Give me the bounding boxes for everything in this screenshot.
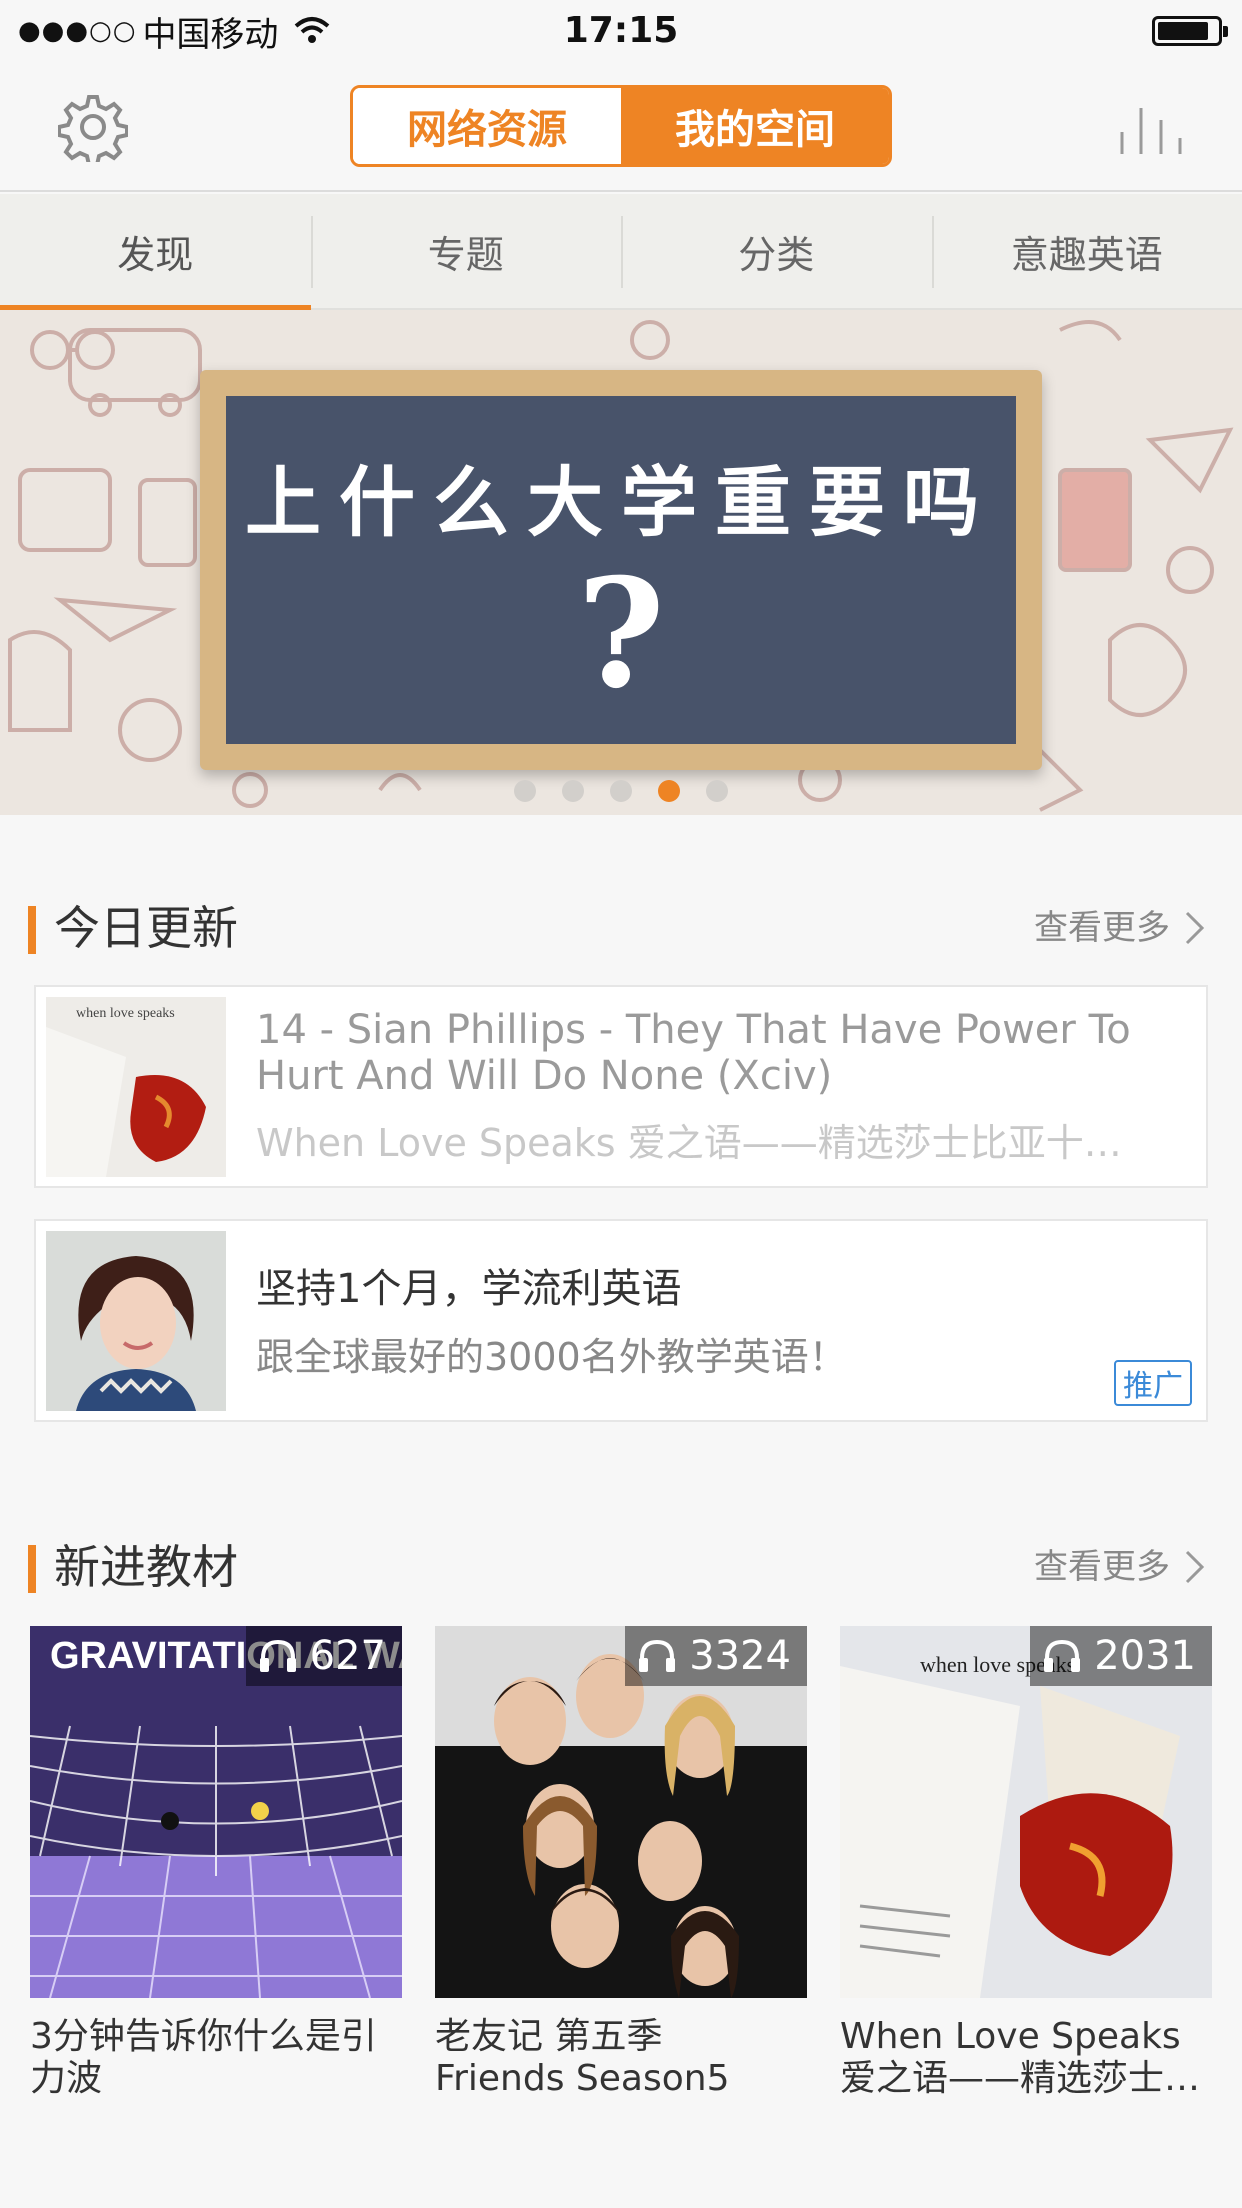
clock: 17:15 — [563, 10, 679, 51]
material-cover: 3324 — [435, 1626, 807, 1998]
material-name: When Love Speaks 爱之语——精选莎士… — [840, 2016, 1201, 2099]
view-more-link[interactable]: 查看更多 — [1034, 1537, 1206, 1597]
tab-topics[interactable]: 专题 — [310, 194, 622, 308]
today-updates-header: 今日更新 查看更多 — [0, 898, 1242, 958]
section-title: 今日更新 — [54, 901, 238, 955]
promo-banner[interactable]: 上什么大学重要吗 ? — [0, 310, 1242, 815]
ad-title: 坚持1个月，学流利英语 — [256, 1266, 682, 1312]
section-accent-bar — [28, 906, 36, 954]
material-card[interactable]: when love speaks 2031 When Love Speaks 爱… — [840, 1626, 1212, 2106]
section-accent-bar — [28, 1545, 36, 1593]
page-dot[interactable] — [514, 780, 536, 802]
tab-discover[interactable]: 发现 — [0, 194, 311, 310]
chevron-right-icon — [1185, 911, 1205, 945]
update-list-item[interactable]: when love speaks 14 - Sian Phillips - Th… — [34, 985, 1208, 1188]
tutor-avatar-image — [46, 1231, 226, 1411]
headphones-icon — [259, 1639, 296, 1672]
episode-title: 14 - Sian Phillips - They That Have Powe… — [256, 1007, 1131, 1099]
page-dot[interactable] — [562, 780, 584, 802]
material-card[interactable]: GRAVITATIONAL WAVES 627 3分钟告诉你什么是引力波 — [30, 1626, 402, 2106]
play-count: 3324 — [625, 1626, 807, 1686]
tab-fun-english[interactable]: 意趣英语 — [931, 194, 1242, 308]
torn-paper-rose-image: when love speaks — [46, 997, 226, 1177]
material-name: 3分钟告诉你什么是引力波 — [30, 2016, 377, 2099]
segment-my-space[interactable]: 我的空间 — [621, 88, 889, 164]
play-count-value: 2031 — [1094, 1633, 1196, 1679]
ad-subtitle: 跟全球最好的3000名外教学英语！ — [256, 1335, 847, 1379]
material-name: 老友记 第五季 Friends Season5 — [435, 2016, 730, 2099]
equalizer-icon[interactable] — [1118, 102, 1184, 154]
headphones-icon — [1044, 1639, 1081, 1672]
settings-gear-icon[interactable] — [58, 92, 128, 162]
banner-headline: 上什么大学重要吗 — [245, 458, 997, 547]
battery-icon — [1152, 16, 1228, 46]
material-card[interactable]: 3324 老友记 第五季 Friends Season5 — [435, 1626, 807, 2106]
play-count-value: 627 — [309, 1633, 386, 1679]
status-bar: ●●●○○ 中国移动 17:15 — [0, 0, 1242, 62]
source-segmented-control: 网络资源 我的空间 — [350, 85, 892, 167]
section-title: 新进教材 — [54, 1540, 238, 1594]
album-cover-thumbnail: when love speaks — [46, 997, 226, 1177]
ad-badge: 推广 — [1114, 1360, 1192, 1406]
play-count-value: 3324 — [689, 1633, 791, 1679]
chalkboard-image: 上什么大学重要吗 ? — [200, 370, 1042, 770]
view-more-label: 查看更多 — [1034, 1547, 1170, 1587]
thumb-caption: when love speaks — [76, 1006, 175, 1021]
album-name: When Love Speaks 爱之语——精选莎士比亚十… — [256, 1121, 1122, 1165]
material-cover: when love speaks 2031 — [840, 1626, 1212, 1998]
page-dot[interactable] — [610, 780, 632, 802]
banner-page-indicator — [0, 780, 1242, 802]
view-more-link[interactable]: 查看更多 — [1034, 898, 1206, 958]
page-dot-active[interactable] — [658, 780, 680, 802]
new-materials-header: 新进教材 查看更多 — [0, 1537, 1242, 1597]
ad-list-item[interactable]: 坚持1个月，学流利英语 跟全球最好的3000名外教学英语！ 推广 — [34, 1219, 1208, 1422]
top-header: 网络资源 我的空间 — [0, 62, 1242, 192]
segment-online-resources[interactable]: 网络资源 — [353, 88, 621, 164]
headphones-icon — [639, 1639, 676, 1672]
view-more-label: 查看更多 — [1034, 908, 1170, 948]
material-cover: GRAVITATIONAL WAVES 627 — [30, 1626, 402, 1998]
main-tabs: 发现 专题 分类 意趣英语 — [0, 194, 1242, 310]
play-count: 2031 — [1030, 1626, 1212, 1686]
play-count: 627 — [245, 1626, 402, 1686]
tab-categories[interactable]: 分类 — [621, 194, 932, 308]
banner-question-mark: ? — [577, 546, 665, 722]
chevron-right-icon — [1185, 1550, 1205, 1584]
materials-grid: GRAVITATIONAL WAVES 627 3分钟告诉你什么是引力波 — [30, 1626, 1212, 2106]
page-dot[interactable] — [706, 780, 728, 802]
